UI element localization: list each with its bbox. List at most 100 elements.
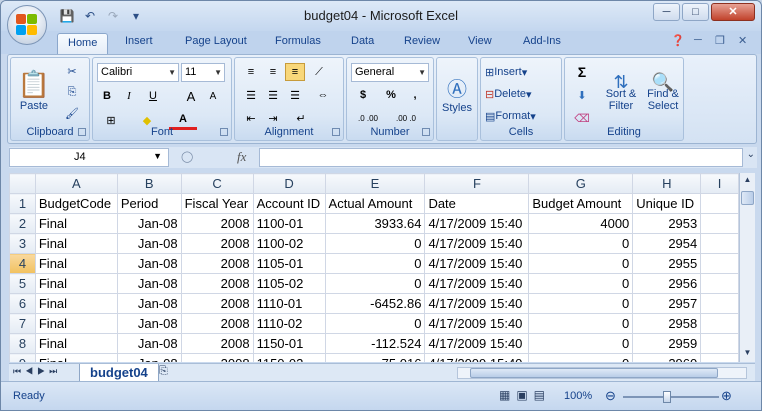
cell[interactable]: Actual Amount xyxy=(324,193,426,214)
cell[interactable]: 4/17/2009 15:40 xyxy=(424,353,530,362)
cell[interactable]: 0 xyxy=(528,333,634,354)
cell[interactable]: 2958 xyxy=(632,313,702,334)
cell[interactable]: 4/17/2009 15:40 xyxy=(424,233,530,254)
select-all-corner[interactable] xyxy=(9,173,36,194)
cell[interactable]: 1110-01 xyxy=(252,293,326,314)
cell[interactable]: 2960 xyxy=(632,353,702,362)
cell[interactable]: Jan-08 xyxy=(116,293,182,314)
clipboard-launcher-icon[interactable] xyxy=(78,128,86,136)
cell[interactable] xyxy=(700,353,739,362)
zoom-slider-thumb[interactable] xyxy=(663,391,671,403)
cell[interactable]: 2959 xyxy=(632,333,702,354)
merge-center-icon[interactable]: ⇔ xyxy=(309,86,337,104)
cell[interactable]: 2008 xyxy=(180,253,254,274)
cell[interactable]: 1100-01 xyxy=(252,213,326,234)
alignment-launcher-icon[interactable] xyxy=(332,128,340,136)
insert-cells-button[interactable]: ⊞ Insert ▾ xyxy=(485,63,559,81)
wrap-text-icon[interactable]: ↵ xyxy=(287,109,315,127)
cell[interactable] xyxy=(700,213,739,234)
cell[interactable]: Final xyxy=(34,313,118,334)
cell[interactable]: 2955 xyxy=(632,253,702,274)
cell[interactable]: 2957 xyxy=(632,293,702,314)
cell[interactable]: 2008 xyxy=(180,353,254,362)
cell[interactable]: Jan-08 xyxy=(116,313,182,334)
column-header[interactable]: H xyxy=(632,173,702,194)
find-select-button[interactable]: 🔍 Find & Select xyxy=(643,62,683,126)
scroll-down-icon[interactable]: ▼ xyxy=(741,348,754,360)
horizontal-scroll-thumb[interactable] xyxy=(470,368,718,378)
font-launcher-icon[interactable] xyxy=(220,128,228,136)
ribbon-restore-button[interactable]: ❐ xyxy=(715,34,725,47)
cell[interactable]: 4000 xyxy=(528,213,634,234)
cell[interactable]: Final xyxy=(34,353,118,362)
align-bottom-icon[interactable]: ≡ xyxy=(285,63,305,81)
cell[interactable]: Final xyxy=(34,233,118,254)
cell[interactable]: 1150-02 xyxy=(252,353,326,362)
decrease-indent-icon[interactable]: ⇤ xyxy=(241,109,261,127)
cell[interactable]: Jan-08 xyxy=(116,273,182,294)
vertical-scrollbar[interactable]: ▲ ▼ xyxy=(739,173,755,362)
help-icon[interactable]: ❓ xyxy=(671,34,685,47)
maximize-button[interactable]: □ xyxy=(682,3,709,21)
cell[interactable]: Unique ID xyxy=(632,193,702,214)
row-header[interactable]: 5 xyxy=(9,273,36,294)
zoom-in-icon[interactable]: ⊕ xyxy=(721,388,732,404)
number-format-select[interactable]: General ▼ xyxy=(351,63,429,82)
cell[interactable] xyxy=(700,333,739,354)
cell[interactable]: 1100-02 xyxy=(252,233,326,254)
column-header[interactable]: F xyxy=(424,173,530,194)
office-button[interactable] xyxy=(7,5,47,45)
cell[interactable]: Final xyxy=(34,253,118,274)
column-header[interactable]: I xyxy=(700,173,739,194)
cell[interactable]: 3933.64 xyxy=(324,213,426,234)
column-header[interactable]: E xyxy=(324,173,426,194)
zoom-level[interactable]: 100% xyxy=(564,390,592,402)
insert-function-button[interactable]: fx xyxy=(237,149,246,165)
row-header[interactable]: 3 xyxy=(9,233,36,254)
clear-icon[interactable]: ⌫ xyxy=(569,109,595,127)
cell[interactable] xyxy=(700,233,739,254)
bold-button[interactable]: B xyxy=(97,86,117,106)
column-header[interactable]: A xyxy=(34,173,118,194)
tab-data[interactable]: Data xyxy=(351,35,374,47)
column-header[interactable]: C xyxy=(180,173,254,194)
comma-button[interactable]: , xyxy=(405,86,425,104)
format-painter-icon[interactable]: 🖌 xyxy=(61,104,83,122)
ribbon-minimize-button[interactable]: ─ xyxy=(694,34,702,46)
name-box[interactable]: J4 ▼ xyxy=(9,148,169,167)
increase-indent-icon[interactable]: ⇥ xyxy=(263,109,283,127)
row-header[interactable]: 4 xyxy=(9,253,36,274)
cell[interactable]: 0 xyxy=(528,313,634,334)
cell[interactable]: 2954 xyxy=(632,233,702,254)
formula-expand-icon[interactable]: ⌄ xyxy=(747,149,755,160)
cell[interactable] xyxy=(700,193,739,214)
column-header[interactable]: D xyxy=(252,173,326,194)
copy-icon[interactable]: ⎘ xyxy=(61,83,83,101)
cell[interactable]: BudgetCode xyxy=(34,193,118,214)
cut-icon[interactable]: ✂ xyxy=(61,62,83,80)
cell[interactable]: Date xyxy=(424,193,530,214)
worksheet-grid[interactable]: A B C D E F G H I 1 BudgetCode Period Fisca… xyxy=(9,173,739,362)
decrease-decimal-button[interactable]: .00 .0 xyxy=(389,109,423,127)
font-name-select[interactable]: Calibri ▼ xyxy=(97,63,179,82)
row-header[interactable]: 6 xyxy=(9,293,36,314)
cell[interactable]: 1150-01 xyxy=(252,333,326,354)
cell[interactable]: Final xyxy=(34,293,118,314)
sheet-nav-icons[interactable]: ⏮◀▶⏭ xyxy=(13,366,61,377)
tab-formulas[interactable]: Formulas xyxy=(275,35,321,47)
cell[interactable]: 1110-02 xyxy=(252,313,326,334)
cell[interactable] xyxy=(700,253,739,274)
cell[interactable]: -112.524 xyxy=(324,333,426,354)
cell[interactable]: 1105-01 xyxy=(252,253,326,274)
row-header[interactable]: 7 xyxy=(9,313,36,334)
cell[interactable]: 0 xyxy=(528,253,634,274)
cell[interactable]: Jan-08 xyxy=(116,353,182,362)
cell[interactable]: Jan-08 xyxy=(116,233,182,254)
tab-view[interactable]: View xyxy=(468,35,492,47)
tab-review[interactable]: Review xyxy=(404,35,440,47)
cell[interactable]: 2008 xyxy=(180,313,254,334)
sort-filter-button[interactable]: ⇅ Sort & Filter xyxy=(601,62,641,126)
tab-page-layout[interactable]: Page Layout xyxy=(185,35,247,47)
align-middle-icon[interactable]: ≡ xyxy=(263,63,283,81)
cell[interactable] xyxy=(700,273,739,294)
